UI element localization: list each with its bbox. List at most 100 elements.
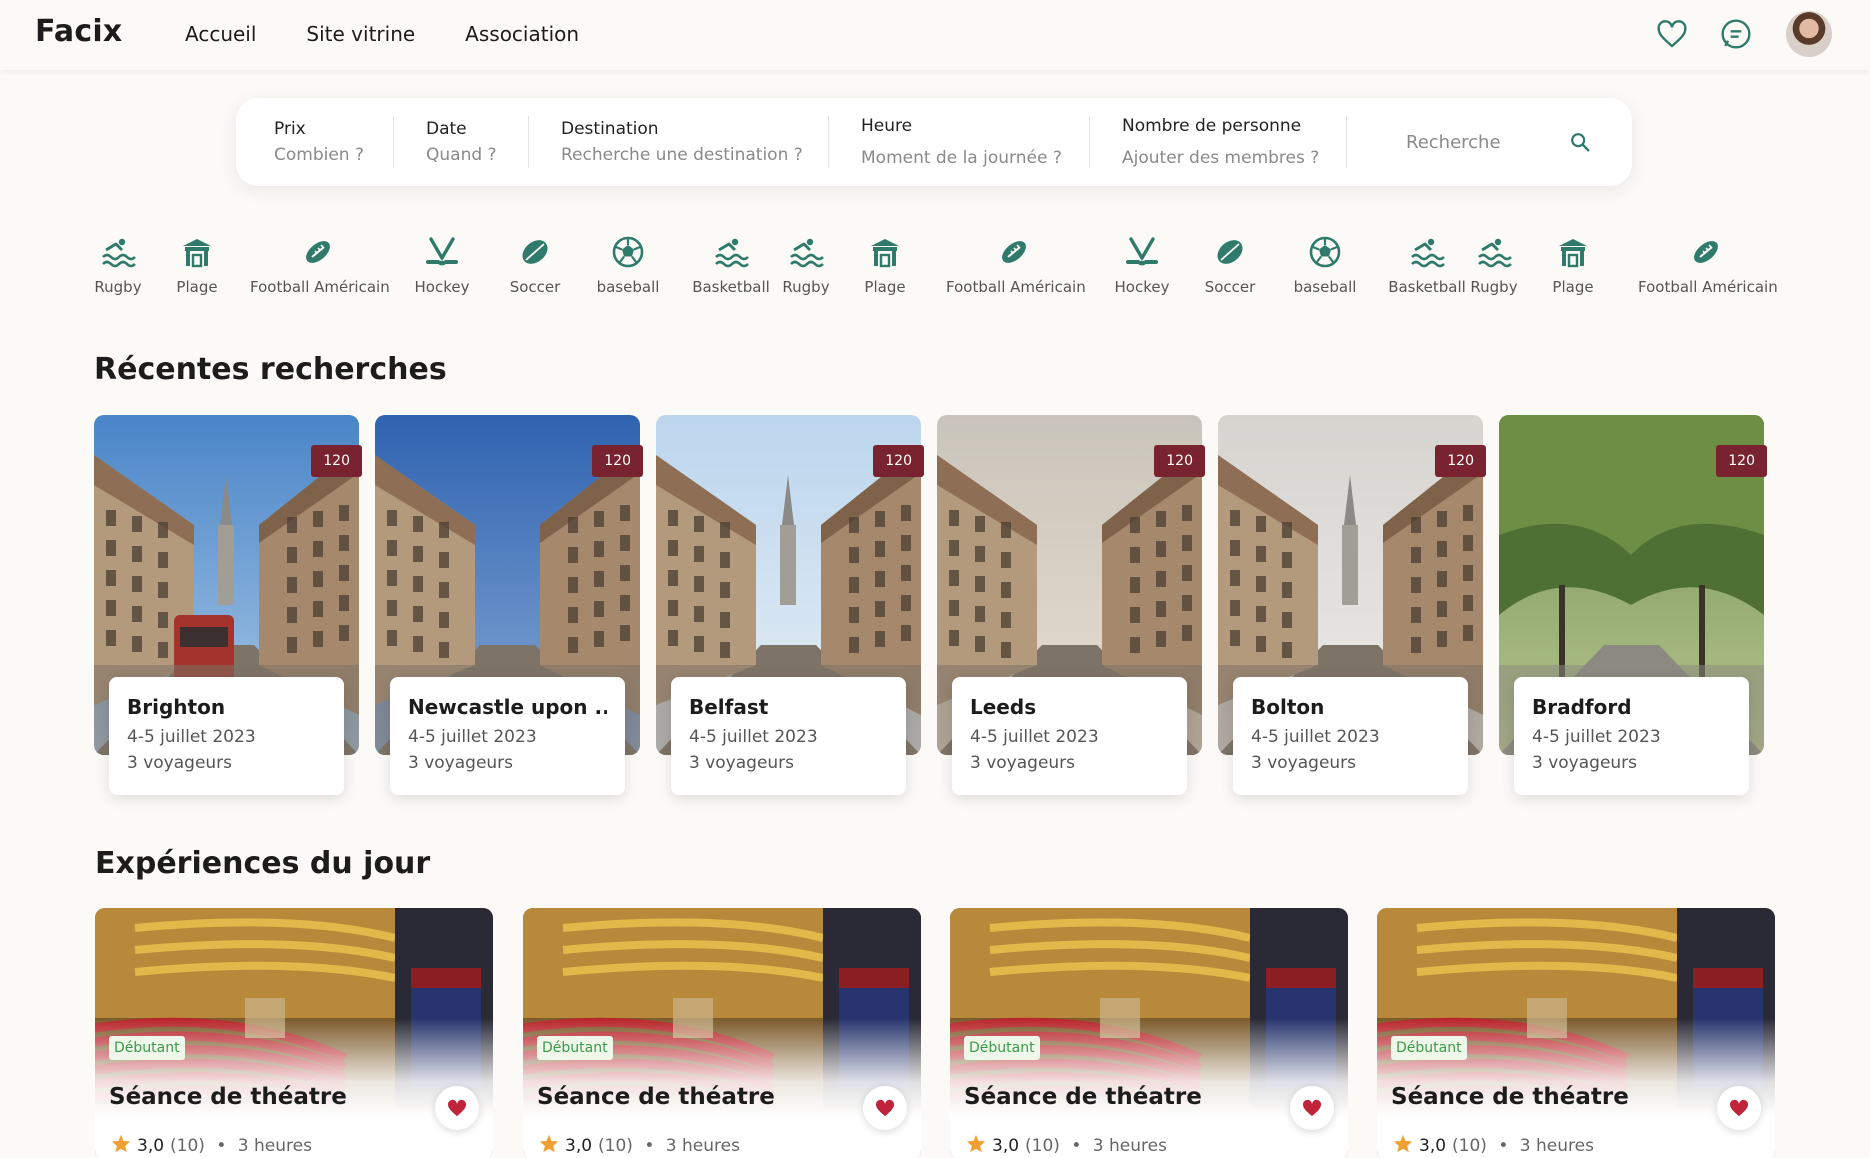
american-football-icon — [946, 232, 1082, 272]
experience-title: Séance de théatre — [1391, 1084, 1629, 1110]
separator-dot: • — [1065, 1136, 1087, 1156]
city-name: Newcastle upon ... — [408, 695, 607, 719]
top-header: Facix Accueil Site vitrine Association — [0, 0, 1870, 70]
hockey-icon — [1112, 232, 1172, 272]
experience-card[interactable]: Débutant Séance de théatre 3,0 (10) • 3 … — [950, 908, 1348, 1158]
level-badge: Débutant — [964, 1036, 1040, 1060]
price-badge: 120 — [592, 445, 643, 477]
recent-search-card[interactable]: 120 Newcastle upon ... 4-5 juillet 2023 … — [375, 415, 643, 795]
category-label: Hockey — [414, 278, 470, 296]
category-label: baseball — [596, 278, 660, 296]
experience-title: Séance de théatre — [109, 1084, 347, 1110]
price-badge: 120 — [1435, 445, 1486, 477]
divider — [1346, 116, 1347, 168]
category-label: Football Américain — [946, 278, 1086, 296]
travelers-count: 3 voyageurs — [1532, 753, 1638, 773]
american-football-icon — [250, 232, 386, 272]
recent-search-card[interactable]: 120 Brighton 4-5 juillet 2023 3 voyageur… — [94, 415, 362, 795]
category-football-américain[interactable]: Football Américain — [250, 232, 390, 296]
logo[interactable]: Facix — [35, 14, 122, 49]
category-label: Rugby — [94, 278, 142, 296]
category-plage[interactable]: Plage — [1548, 232, 1598, 296]
trip-dates: 4-5 juillet 2023 — [689, 727, 818, 747]
reviews-count: (10) — [1452, 1136, 1487, 1156]
category-plage[interactable]: Plage — [860, 232, 910, 296]
level-badge: Débutant — [537, 1036, 613, 1060]
category-soccer[interactable]: Soccer — [1200, 232, 1260, 296]
category-rugby[interactable]: Rugby — [94, 232, 142, 296]
divider — [393, 116, 394, 168]
category-football-américain[interactable]: Football Américain — [946, 232, 1086, 296]
category-label: Football Américain — [250, 278, 390, 296]
star-icon — [539, 1134, 559, 1158]
divider — [528, 116, 529, 168]
separator-dot: • — [1492, 1136, 1514, 1156]
messages-chat-icon[interactable] — [1716, 14, 1756, 54]
favorite-heart-icon[interactable] — [435, 1086, 479, 1130]
category-baseball[interactable]: baseball — [591, 232, 665, 296]
search-input[interactable]: Recherche — [1406, 132, 1501, 153]
divider — [828, 116, 829, 168]
city-name: Bradford — [1532, 695, 1632, 719]
nav-association[interactable]: Association — [465, 22, 579, 46]
rating-value: 3,0 — [1419, 1136, 1447, 1156]
category-hockey[interactable]: Hockey — [412, 232, 472, 296]
recent-card-info: Leeds 4-5 juillet 2023 3 voyageurs — [952, 677, 1187, 795]
travelers-count: 3 voyageurs — [408, 753, 514, 773]
favorite-heart-icon[interactable] — [1717, 1086, 1761, 1130]
swim-icon — [1382, 232, 1472, 272]
category-label: Plage — [176, 278, 218, 296]
beach-hut-icon — [860, 232, 910, 272]
favorite-heart-icon[interactable] — [1290, 1086, 1334, 1130]
search-field-placeholder: Ajouter des membres ? — [1122, 148, 1320, 168]
category-label: Basketball — [1388, 278, 1466, 296]
experience-title: Séance de théatre — [964, 1084, 1202, 1110]
price-badge: 120 — [873, 445, 924, 477]
recent-search-card[interactable]: 120 Leeds 4-5 juillet 2023 3 voyageurs — [937, 415, 1205, 795]
category-plage[interactable]: Plage — [172, 232, 222, 296]
category-basketball[interactable]: Basketball — [686, 232, 776, 296]
swim-icon — [94, 232, 142, 272]
level-badge: Débutant — [1391, 1036, 1467, 1060]
reviews-count: (10) — [170, 1136, 205, 1156]
category-soccer[interactable]: Soccer — [505, 232, 565, 296]
experience-meta: 3,0 (10) • 3 heures — [111, 1134, 312, 1158]
trip-dates: 4-5 juillet 2023 — [970, 727, 1099, 747]
star-icon — [1393, 1134, 1413, 1158]
rating-value: 3,0 — [565, 1136, 593, 1156]
recent-search-card[interactable]: 120 Bolton 4-5 juillet 2023 3 voyageurs — [1218, 415, 1486, 795]
search-bar: Prix Combien ? Date Quand ? Destination … — [236, 98, 1632, 186]
favorites-heart-icon[interactable] — [1652, 14, 1692, 54]
rating-value: 3,0 — [137, 1136, 165, 1156]
category-hockey[interactable]: Hockey — [1112, 232, 1172, 296]
nav-site-vitrine[interactable]: Site vitrine — [306, 22, 415, 46]
search-field-placeholder: Quand ? — [426, 145, 497, 165]
recent-search-card[interactable]: 120 Belfast 4-5 juillet 2023 3 voyageurs — [656, 415, 924, 795]
ball-icon — [505, 232, 565, 272]
duration: 3 heures — [237, 1136, 312, 1156]
experience-card[interactable]: Débutant Séance de théatre 3,0 (10) • 3 … — [1377, 908, 1775, 1158]
favorite-heart-icon[interactable] — [863, 1086, 907, 1130]
nav-accueil[interactable]: Accueil — [185, 22, 256, 46]
trip-dates: 4-5 juillet 2023 — [408, 727, 537, 747]
recent-search-card[interactable]: 120 Bradford 4-5 juillet 2023 3 voyageur… — [1499, 415, 1767, 795]
experience-card[interactable]: Débutant Séance de théatre 3,0 (10) • 3 … — [523, 908, 921, 1158]
experience-card[interactable]: Débutant Séance de théatre 3,0 (10) • 3 … — [95, 908, 493, 1158]
category-baseball[interactable]: baseball — [1288, 232, 1362, 296]
category-rugby[interactable]: Rugby — [782, 232, 830, 296]
recent-card-info: Bolton 4-5 juillet 2023 3 voyageurs — [1233, 677, 1468, 795]
travelers-count: 3 voyageurs — [970, 753, 1076, 773]
duration: 3 heures — [1519, 1136, 1594, 1156]
experience-meta: 3,0 (10) • 3 heures — [1393, 1134, 1594, 1158]
search-icon[interactable] — [1566, 128, 1594, 156]
category-basketball[interactable]: Basketball — [1382, 232, 1472, 296]
category-football-américain[interactable]: Football Américain — [1638, 232, 1778, 296]
recent-card-info: Brighton 4-5 juillet 2023 3 voyageurs — [109, 677, 344, 795]
category-rugby[interactable]: Rugby — [1470, 232, 1518, 296]
search-field-label: Date — [426, 119, 467, 139]
search-field-placeholder: Combien ? — [274, 145, 365, 165]
price-badge: 120 — [1154, 445, 1205, 477]
search-field-placeholder: Recherche une destination ? — [561, 145, 803, 165]
main-nav: Accueil Site vitrine Association — [185, 22, 579, 46]
user-avatar[interactable] — [1786, 11, 1832, 57]
